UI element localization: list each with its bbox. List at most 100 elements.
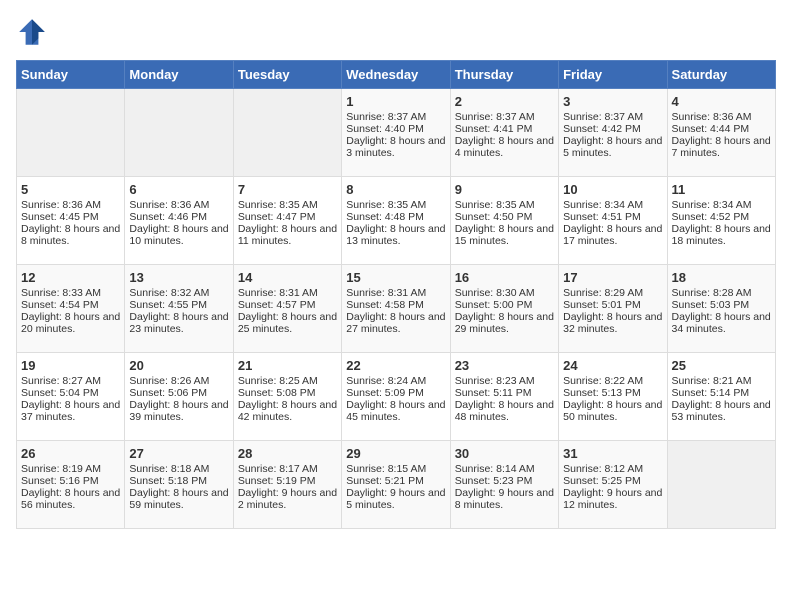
day-info: Daylight: 8 hours and 59 minutes. (129, 487, 228, 511)
day-cell-12: 12Sunrise: 8:33 AMSunset: 4:54 PMDayligh… (17, 265, 125, 353)
calendar-table: SundayMondayTuesdayWednesdayThursdayFrid… (16, 60, 776, 529)
day-number: 1 (346, 94, 445, 109)
week-row-5: 26Sunrise: 8:19 AMSunset: 5:16 PMDayligh… (17, 441, 776, 529)
day-number: 21 (238, 358, 337, 373)
day-cell-4: 4Sunrise: 8:36 AMSunset: 4:44 PMDaylight… (667, 89, 775, 177)
day-info: Sunset: 4:42 PM (563, 123, 662, 135)
day-info: Daylight: 8 hours and 27 minutes. (346, 311, 445, 335)
day-cell-30: 30Sunrise: 8:14 AMSunset: 5:23 PMDayligh… (450, 441, 558, 529)
week-row-2: 5Sunrise: 8:36 AMSunset: 4:45 PMDaylight… (17, 177, 776, 265)
day-cell-16: 16 Sunrise: 8:30 AMSunset: 5:00 PMDayligh… (450, 265, 558, 353)
logo-icon (16, 16, 48, 48)
header-friday: Friday (559, 61, 667, 89)
day-info: Daylight: 9 hours and 5 minutes. (346, 487, 445, 511)
day-info: Daylight: 8 hours and 48 minutes. (455, 399, 554, 423)
day-info: Sunrise: 8:23 AM (455, 375, 554, 387)
day-number: 28 (238, 446, 337, 461)
day-cell-20: 20Sunrise: 8:26 AMSunset: 5:06 PMDayligh… (125, 353, 233, 441)
day-info: Daylight: 8 hours and 50 minutes. (563, 399, 662, 423)
day-info: Sunrise: 8:35 AM (238, 199, 337, 211)
day-info: Sunset: 4:58 PM (346, 299, 445, 311)
day-info: Sunrise: 8:14 AM (455, 463, 554, 475)
empty-cell (667, 441, 775, 529)
day-cell-19: 19Sunrise: 8:27 AMSunset: 5:04 PMDayligh… (17, 353, 125, 441)
day-info: Daylight: 8 hours and 23 minutes. (129, 311, 228, 335)
day-info: Sunrise: 8:36 AM (672, 111, 771, 123)
day-info: Sunrise: 8:30 AM (455, 287, 554, 299)
day-info: Daylight: 9 hours and 8 minutes. (455, 487, 554, 511)
day-info: Sunset: 4:50 PM (455, 211, 554, 223)
day-cell-14: 14Sunrise: 8:31 AMSunset: 4:57 PMDayligh… (233, 265, 341, 353)
day-number: 13 (129, 270, 228, 285)
day-info: Sunrise: 8:12 AM (563, 463, 662, 475)
day-number: 20 (129, 358, 228, 373)
day-info: Sunrise: 8:18 AM (129, 463, 228, 475)
day-number: 9 (455, 182, 554, 197)
day-info: Sunrise: 8:19 AM (21, 463, 120, 475)
day-number: 15 (346, 270, 445, 285)
day-info: Sunrise: 8:17 AM (238, 463, 337, 475)
day-number: 16 (455, 270, 554, 285)
day-info: Sunrise: 8:35 AM (455, 199, 554, 211)
day-info: Sunset: 5:18 PM (129, 475, 228, 487)
day-info: Sunset: 4:45 PM (21, 211, 120, 223)
day-cell-9: 9Sunrise: 8:35 AMSunset: 4:50 PMDaylight… (450, 177, 558, 265)
header-thursday: Thursday (450, 61, 558, 89)
day-info: Sunset: 4:55 PM (129, 299, 228, 311)
day-info: Sunset: 4:57 PM (238, 299, 337, 311)
day-info: Sunrise: 8:21 AM (672, 375, 771, 387)
day-info: Sunset: 5:04 PM (21, 387, 120, 399)
day-info: Sunrise: 8:27 AM (21, 375, 120, 387)
empty-cell (17, 89, 125, 177)
day-cell-5: 5Sunrise: 8:36 AMSunset: 4:45 PMDaylight… (17, 177, 125, 265)
day-number: 23 (455, 358, 554, 373)
day-cell-2: 2Sunrise: 8:37 AMSunset: 4:41 PMDaylight… (450, 89, 558, 177)
day-info: Sunrise: 8:35 AM (346, 199, 445, 211)
calendar-header-row: SundayMondayTuesdayWednesdayThursdayFrid… (17, 61, 776, 89)
day-info: Sunset: 4:46 PM (129, 211, 228, 223)
day-cell-31: 31Sunrise: 8:12 AMSunset: 5:25 PMDayligh… (559, 441, 667, 529)
day-cell-8: 8Sunrise: 8:35 AMSunset: 4:48 PMDaylight… (342, 177, 450, 265)
day-info: Daylight: 8 hours and 56 minutes. (21, 487, 120, 511)
header-monday: Monday (125, 61, 233, 89)
day-info: Daylight: 8 hours and 10 minutes. (129, 223, 228, 247)
day-cell-28: 28Sunrise: 8:17 AMSunset: 5:19 PMDayligh… (233, 441, 341, 529)
day-number: 31 (563, 446, 662, 461)
day-cell-13: 13Sunrise: 8:32 AMSunset: 4:55 PMDayligh… (125, 265, 233, 353)
day-cell-27: 27 Sunrise: 8:18 AMSunset: 5:18 PMDayligh… (125, 441, 233, 529)
day-number: 17 (563, 270, 662, 285)
day-info: Sunrise: 8:36 AM (21, 199, 120, 211)
day-info: Sunset: 4:51 PM (563, 211, 662, 223)
day-info: Daylight: 8 hours and 17 minutes. (563, 223, 662, 247)
day-cell-10: 10Sunrise: 8:34 AMSunset: 4:51 PMDayligh… (559, 177, 667, 265)
day-cell-15: 15 Sunrise: 8:31 AMSunset: 4:58 PMDayligh… (342, 265, 450, 353)
day-info: Sunrise: 8:31 AM (346, 287, 445, 299)
week-row-1: 1Sunrise: 8:37 AMSunset: 4:40 PMDaylight… (17, 89, 776, 177)
day-cell-23: 23Sunrise: 8:23 AMSunset: 5:11 PMDayligh… (450, 353, 558, 441)
day-cell-22: 22Sunrise: 8:24 AMSunset: 5:09 PMDayligh… (342, 353, 450, 441)
day-info: Sunrise: 8:25 AM (238, 375, 337, 387)
day-info: Sunrise: 8:33 AM (21, 287, 120, 299)
day-info: Daylight: 8 hours and 13 minutes. (346, 223, 445, 247)
day-info: Daylight: 8 hours and 29 minutes. (455, 311, 554, 335)
day-cell-17: 17Sunrise: 8:29 AMSunset: 5:01 PMDayligh… (559, 265, 667, 353)
day-cell-25: 25Sunrise: 8:21 AMSunset: 5:14 PMDayligh… (667, 353, 775, 441)
day-info: Sunrise: 8:34 AM (672, 199, 771, 211)
header-saturday: Saturday (667, 61, 775, 89)
week-row-4: 19 Sunrise: 8:27 AMSunset: 5:04 PM Dayligh… (17, 353, 776, 441)
day-number: 4 (672, 94, 771, 109)
day-info: Sunrise: 8:15 AM (346, 463, 445, 475)
header-wednesday: Wednesday (342, 61, 450, 89)
day-info: Daylight: 8 hours and 34 minutes. (672, 311, 771, 335)
day-info: Daylight: 9 hours and 2 minutes. (238, 487, 337, 511)
day-info: Sunrise: 8:31 AM (238, 287, 337, 299)
day-number: 27 (129, 446, 228, 461)
day-cell-26: 26Sunrise: 8:19 AMSunset: 5:16 PMDayligh… (17, 441, 125, 529)
day-info: Sunset: 5:13 PM (563, 387, 662, 399)
day-number: 19 (21, 358, 120, 373)
day-info: Sunrise: 8:26 AM (129, 375, 228, 387)
day-info: Sunset: 4:48 PM (346, 211, 445, 223)
day-info: Daylight: 8 hours and 11 minutes. (238, 223, 337, 247)
empty-cell (233, 89, 341, 177)
day-info: Sunset: 5:00 PM (455, 299, 554, 311)
